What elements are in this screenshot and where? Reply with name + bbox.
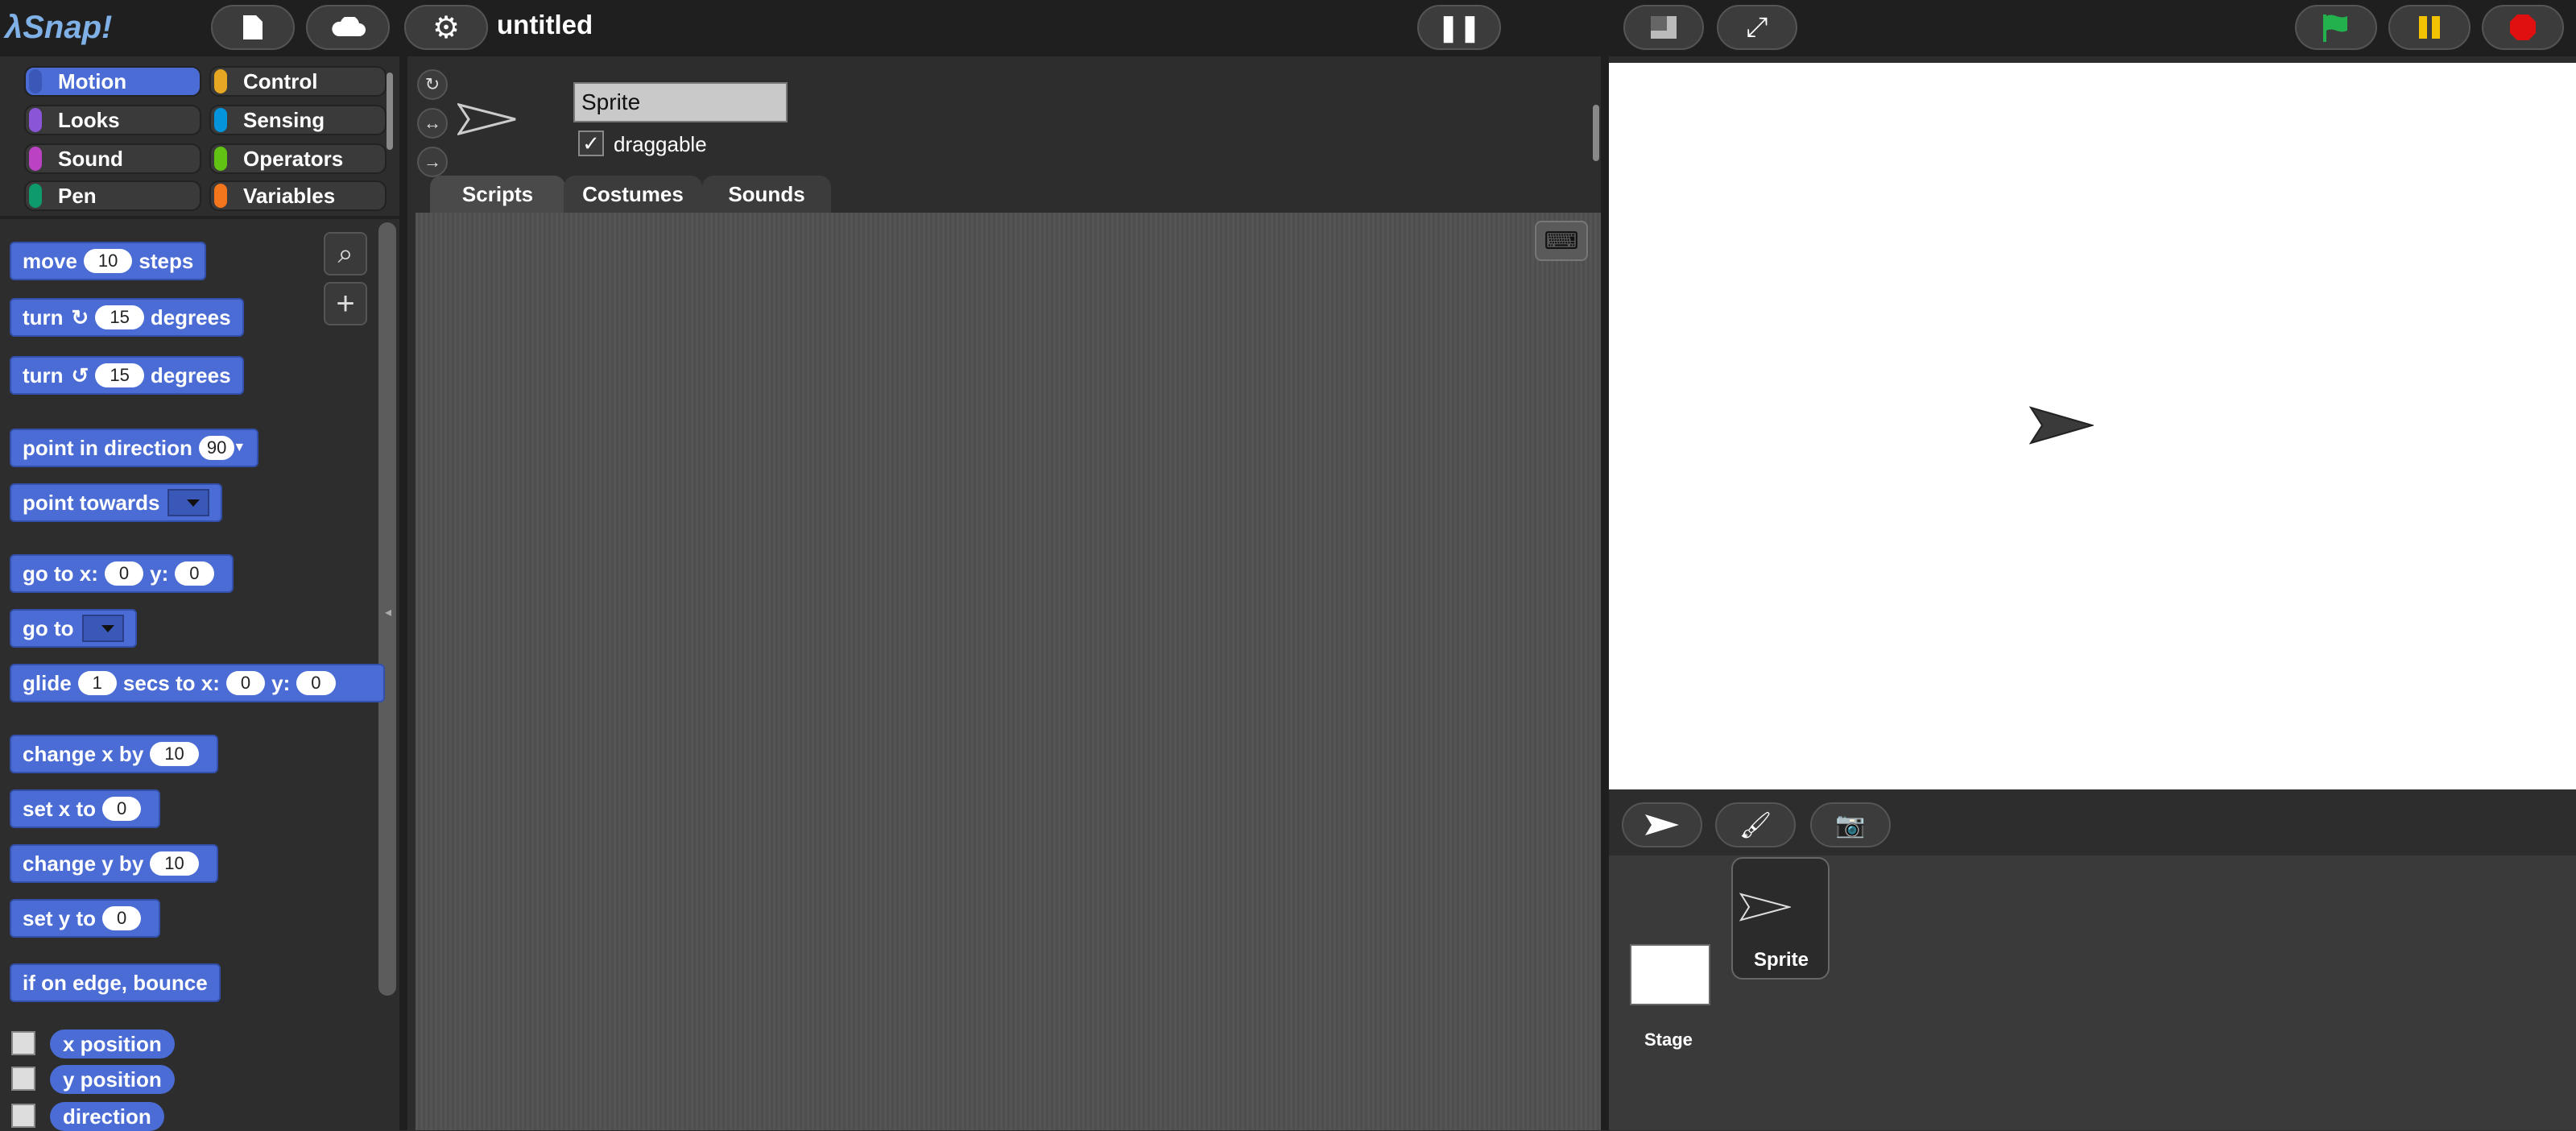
block-go-to-xy[interactable]: go to x: 0 y: 0 (10, 554, 234, 593)
rotation-style-dont-rotate[interactable]: → (417, 147, 448, 177)
tab-costumes[interactable]: Costumes (564, 176, 702, 213)
project-title: untitled (497, 10, 593, 39)
category-color-dot (214, 147, 227, 171)
block-set-x[interactable]: set x to 0 (10, 789, 161, 828)
category-color-dot (29, 147, 42, 171)
sprite-turtle-icon[interactable] (2029, 404, 2094, 446)
category-variables[interactable]: Variables (209, 180, 387, 211)
reporter-y-position[interactable]: y position (50, 1065, 175, 1094)
cloud-icon (332, 17, 366, 36)
dropdown-slot[interactable] (167, 489, 210, 516)
rotation-style-can-rotate[interactable]: ↻ (417, 69, 448, 100)
keyboard-icon: ⌨ (1544, 227, 1579, 255)
rotate-icon: ↻ (424, 74, 440, 94)
rotate-counterclockwise-icon: ↺ (71, 362, 89, 387)
palette-resize-handle[interactable] (399, 56, 407, 1130)
file-icon (243, 15, 263, 39)
rotation-style-left-right[interactable]: ↔ (417, 108, 448, 139)
settings-menu-button[interactable]: ⚙ (404, 5, 488, 50)
block-point-towards[interactable]: point towards (10, 483, 223, 522)
stepping-button[interactable]: ❚❚ (1417, 5, 1501, 50)
watcher-checkbox-direction[interactable] (11, 1104, 35, 1128)
block-turn-right[interactable]: turn ↻ 15 degrees (10, 298, 244, 337)
category-scrollbar[interactable] (387, 72, 393, 150)
watcher-checkbox-y-position[interactable] (11, 1067, 35, 1091)
category-looks[interactable]: Looks (24, 105, 201, 135)
file-menu-button[interactable] (211, 5, 295, 50)
reporter-x-position[interactable]: x position (50, 1030, 175, 1058)
make-block-button[interactable]: + (324, 282, 367, 325)
block-set-y[interactable]: set y to 0 (10, 899, 161, 938)
block-change-x[interactable]: change x by 10 (10, 735, 218, 773)
camera-icon: 📷 (1835, 811, 1866, 839)
watcher-checkbox-x-position[interactable] (11, 1031, 35, 1055)
block-glide[interactable]: glide 1 secs to x: 0 y: 0 (10, 664, 385, 702)
sprite-icon-label: Sprite (1754, 949, 1809, 971)
arrow-right-icon: → (424, 151, 441, 172)
category-color-dot (29, 184, 42, 208)
category-color-dot (214, 69, 227, 93)
category-control[interactable]: Control (209, 66, 387, 97)
green-flag-icon (2323, 14, 2347, 42)
block-change-y[interactable]: change y by 10 (10, 844, 218, 883)
chevron-down-icon: ▼ (233, 441, 246, 454)
sprite-thumbnail-icon (457, 103, 516, 135)
category-operators[interactable]: Operators (209, 143, 387, 174)
draggable-label: draggable (614, 132, 707, 156)
stop-icon (2510, 14, 2536, 40)
presentation-mode-button[interactable]: ⤢ (1717, 5, 1797, 50)
sprite-icon-turtle (1739, 893, 1791, 922)
search-icon: ⌕ (337, 238, 354, 269)
stage-label: Stage (1644, 1030, 1693, 1050)
block-turn-left[interactable]: turn ↺ 15 degrees (10, 356, 244, 395)
reporter-direction[interactable]: direction (50, 1102, 164, 1131)
draggable-checkbox[interactable]: ✓ (578, 130, 604, 156)
block-go-to[interactable]: go to (10, 609, 137, 648)
dropdown-slot[interactable] (81, 615, 124, 642)
add-turtle-sprite-button[interactable] (1622, 802, 1702, 847)
rotate-clockwise-icon: ↻ (71, 304, 89, 329)
gear-icon: ⚙ (432, 10, 461, 45)
stage-divider (1601, 56, 1609, 1130)
camera-sprite-button[interactable]: 📷 (1810, 802, 1891, 847)
palette-divider (0, 216, 399, 219)
tab-sounds[interactable]: Sounds (702, 176, 831, 213)
block-point-in-direction[interactable]: point in direction 90 ▼ (10, 429, 259, 467)
sprite-header-scrollbar[interactable] (1593, 105, 1599, 161)
pause-icon (2419, 16, 2440, 39)
block-move-steps[interactable]: move 10 steps (10, 242, 207, 280)
normal-stage-icon (1651, 16, 1677, 39)
brush-icon: 🖌 (1739, 810, 1772, 839)
stage-size-button[interactable] (1623, 5, 1704, 50)
fullscreen-icon: ⤢ (1746, 11, 1768, 43)
category-sensing[interactable]: Sensing (209, 105, 387, 135)
category-sound[interactable]: Sound (24, 143, 201, 174)
paint-new-sprite-button[interactable]: 🖌 (1715, 802, 1796, 847)
stage-thumbnail[interactable] (1630, 944, 1710, 1005)
green-flag-button[interactable] (2295, 5, 2377, 50)
plus-icon: + (336, 285, 355, 321)
category-motion[interactable]: Motion (24, 66, 201, 97)
stop-button[interactable] (2482, 5, 2564, 50)
category-pen[interactable]: Pen (24, 180, 201, 211)
footprints-icon: ❚❚ (1437, 13, 1481, 42)
category-color-dot (214, 184, 227, 208)
left-right-icon: ↔ (424, 113, 441, 133)
snap-logo[interactable]: λ Snap! (5, 3, 112, 52)
category-color-dot (214, 108, 227, 132)
keyboard-entry-button[interactable]: ⌨ (1535, 221, 1588, 261)
collapse-arrow-icon[interactable]: ◂ (385, 604, 391, 620)
tab-scripts[interactable]: Scripts (430, 176, 565, 213)
turtle-icon (1645, 814, 1679, 835)
search-blocks-button[interactable]: ⌕ (324, 232, 367, 276)
cloud-menu-button[interactable] (306, 5, 390, 50)
block-if-on-edge-bounce[interactable]: if on edge, bounce (10, 963, 221, 1002)
sprite-name-field[interactable]: Sprite (573, 82, 788, 122)
scripts-area[interactable] (416, 213, 1601, 1130)
pause-button[interactable] (2388, 5, 2471, 50)
category-color-dot (29, 108, 42, 132)
category-color-dot (29, 69, 42, 93)
